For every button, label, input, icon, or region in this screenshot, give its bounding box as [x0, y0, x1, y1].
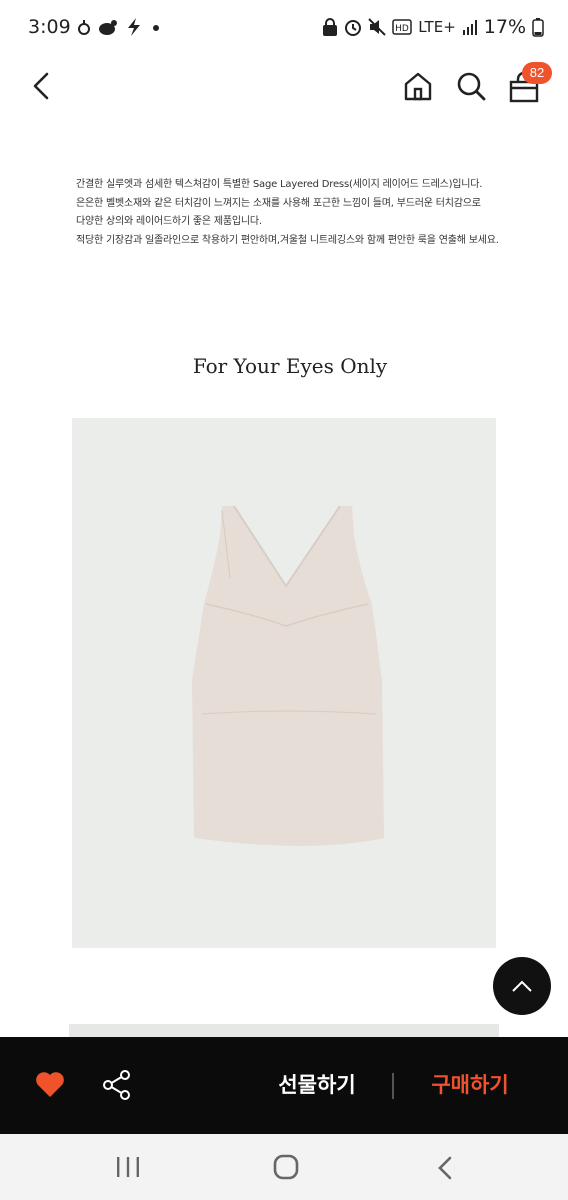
recent-apps-icon[interactable] — [114, 1156, 142, 1178]
product-photo — [72, 418, 496, 948]
status-time: 3:09 — [28, 16, 71, 38]
search-icon[interactable] — [455, 70, 487, 102]
description-line: 적당한 기장감과 일졸라인으로 착용하기 편안하며,겨울철 니트레깅스와 함께 … — [76, 234, 499, 246]
back-nav-icon[interactable] — [432, 1156, 460, 1180]
dress-image — [192, 505, 384, 846]
status-left-icons — [78, 18, 162, 36]
home-icon[interactable] — [402, 70, 434, 102]
status-bar: 3:09 HD LTE+ 17% — [0, 0, 568, 56]
app-header — [0, 56, 568, 118]
product-description: 간결한 실루엣과 섬세한 텍스쳐감이 특별한 Sage Layered Dres… — [76, 176, 499, 250]
system-nav-bar — [0, 1134, 568, 1200]
bolt-icon — [128, 18, 140, 36]
svg-text:HD: HD — [395, 24, 409, 34]
purchase-action-bar: 선물하기 구매하기 — [0, 1037, 568, 1134]
section-title: For Your Eyes Only — [192, 354, 388, 378]
scroll-top-button[interactable] — [493, 957, 551, 1015]
face-icon — [78, 20, 90, 35]
lock-icon — [323, 18, 338, 36]
heart-icon[interactable] — [34, 1069, 66, 1099]
gift-button[interactable]: 선물하기 — [262, 1068, 372, 1102]
mute-icon — [368, 18, 386, 36]
dot-icon — [153, 25, 159, 31]
divider — [392, 1073, 394, 1099]
cart-count-badge: 82 — [522, 62, 552, 84]
coffee-icon — [99, 20, 117, 35]
hd-icon: HD — [392, 19, 413, 35]
home-nav-icon[interactable] — [272, 1154, 300, 1180]
share-icon[interactable] — [102, 1069, 132, 1101]
description-line: 은은한 벨벳소재와 같은 터치감이 느껴지는 소재를 사용해 포근한 느낌이 들… — [76, 197, 481, 209]
chevron-up-icon — [512, 980, 532, 992]
back-icon[interactable] — [26, 70, 58, 102]
alarm-icon — [345, 20, 362, 36]
signal-icon — [462, 20, 477, 35]
status-right-icons: HD LTE+ 17% — [322, 16, 544, 38]
network-type: LTE+ — [418, 18, 456, 36]
battery-icon — [532, 18, 544, 37]
description-line: 간결한 실루엣과 섬세한 텍스쳐감이 특별한 Sage Layered Dres… — [76, 179, 483, 190]
battery-percent: 17% — [483, 16, 526, 38]
buy-button[interactable]: 구매하기 — [414, 1068, 526, 1102]
description-line: 다양한 상의와 레이어드하기 좋은 제품입니다. — [76, 216, 262, 227]
